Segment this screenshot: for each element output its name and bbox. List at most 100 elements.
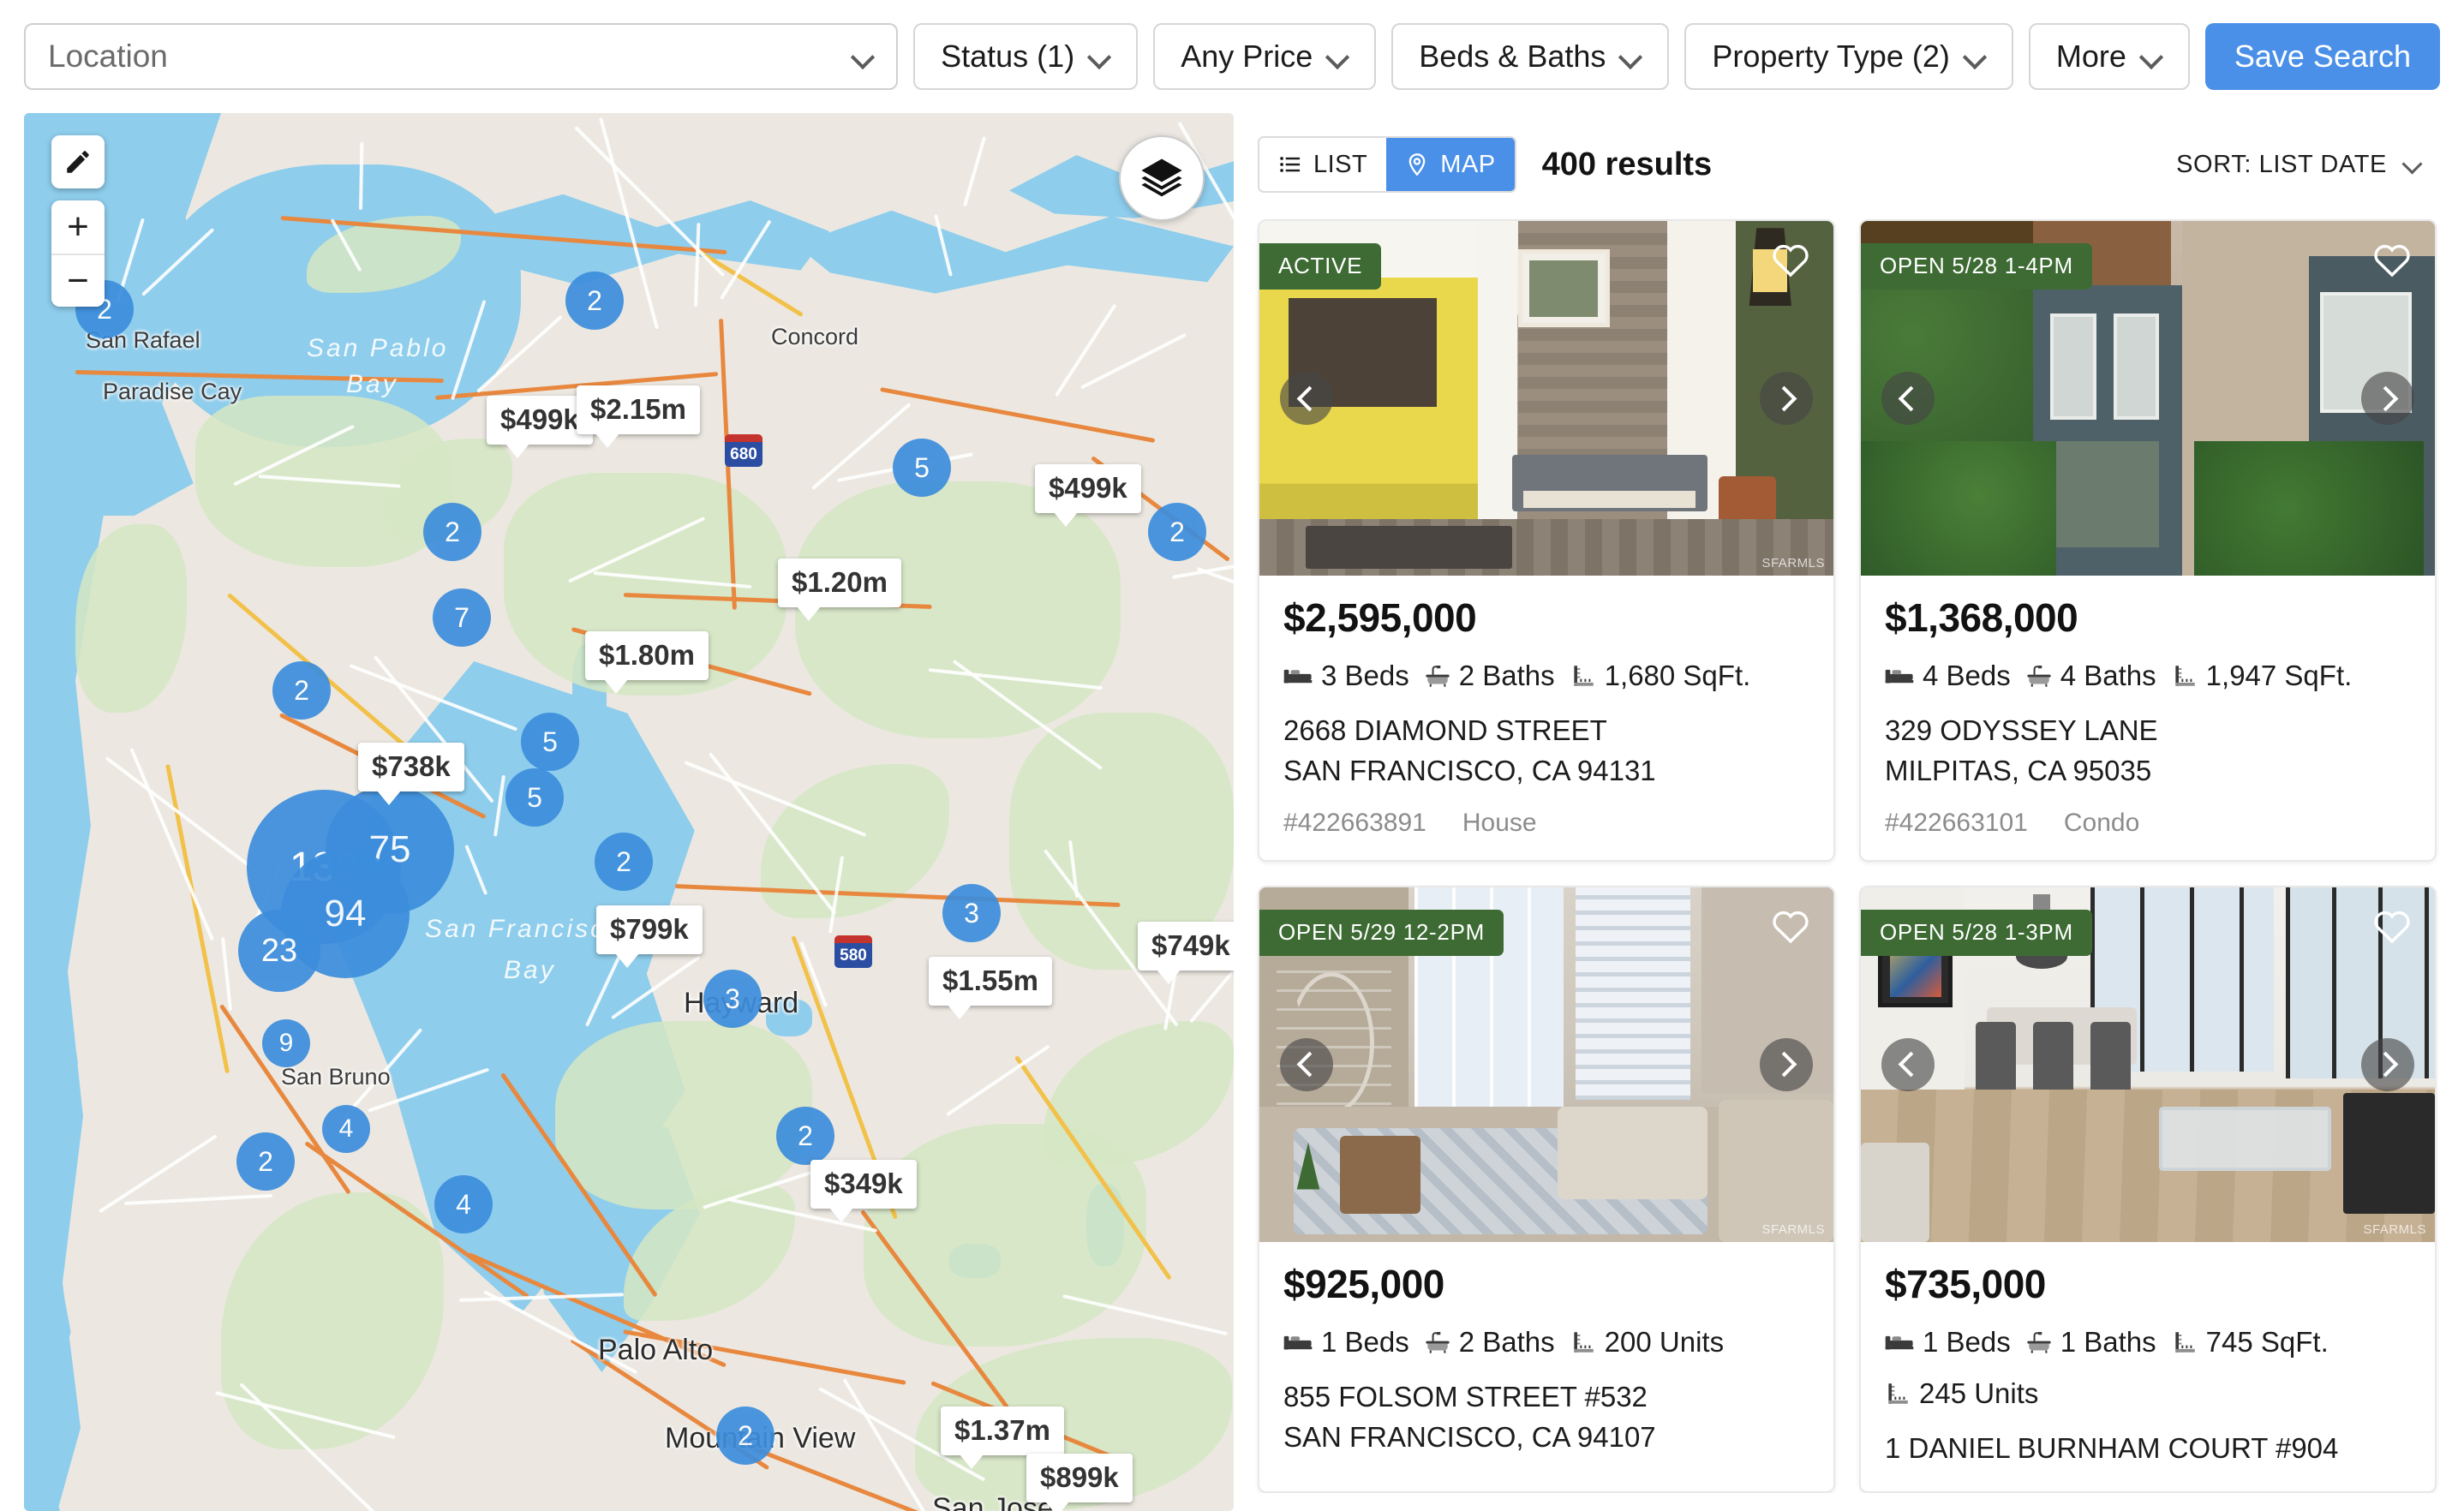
photo-prev-button[interactable] (1881, 1037, 1935, 1091)
map-cluster-marker[interactable]: 7 (433, 588, 491, 647)
favorite-heart-icon[interactable] (1770, 240, 1811, 282)
bed-icon (1283, 669, 1313, 684)
listing-size-label: 1,947 SqFt. (2205, 660, 2353, 691)
map-cluster-marker[interactable]: 2 (1148, 503, 1206, 561)
listing-address-line1: 1 DANIEL BURNHAM COURT #904 (1885, 1431, 2339, 1464)
map-price-marker[interactable]: $2.15m (577, 385, 700, 448)
photo-next-button[interactable] (1760, 372, 1813, 425)
map-price-marker[interactable]: $1.55m (929, 957, 1052, 1019)
map-canvas[interactable]: San RafaelParadise CayConcordSan BrunoHa… (24, 113, 1234, 1511)
photo-next-button[interactable] (1760, 1037, 1813, 1091)
map-panel[interactable]: San RafaelParadise CayConcordSan BrunoHa… (24, 113, 1234, 1511)
listing-status-badge: ACTIVE (1259, 243, 1382, 290)
tab-list-view[interactable]: LIST (1259, 138, 1387, 191)
map-cluster-marker[interactable]: 3 (703, 970, 762, 1028)
map-price-marker[interactable]: $349k (810, 1160, 917, 1222)
listing-address: 855 FOLSOM STREET #532 SAN FRANCISCO, CA … (1283, 1377, 1809, 1458)
favorite-heart-icon[interactable] (1770, 906, 1811, 948)
map-cluster-marker[interactable]: 4 (434, 1175, 493, 1233)
map-cluster-marker[interactable]: 3 (942, 884, 1001, 942)
listing-card[interactable]: OPEN 5/29 12-2PM SFARMLS $925,000 1 Beds … (1258, 885, 1835, 1493)
chevron-down-icon (852, 45, 874, 68)
map-cluster-marker[interactable]: 5 (521, 713, 579, 771)
map-city-label: Concord (771, 324, 859, 349)
filter-more-button[interactable]: More (2028, 23, 2190, 90)
map-cluster-marker[interactable]: 5 (893, 439, 951, 497)
listing-address: 1 DANIEL BURNHAM COURT #904 (1885, 1429, 2411, 1469)
map-cluster-marker[interactable]: 2 (423, 503, 481, 561)
favorite-heart-icon[interactable] (2371, 240, 2413, 282)
map-cluster-marker[interactable]: 5 (505, 768, 564, 827)
bath-icon (2027, 1331, 2051, 1353)
zoom-out-button[interactable]: − (51, 254, 105, 307)
map-price-marker[interactable]: $499k (1035, 464, 1141, 527)
draw-pencil-button[interactable] (51, 135, 105, 188)
map-price-marker[interactable]: $1.80m (585, 631, 709, 694)
map-price-marker[interactable]: $738k (358, 743, 464, 805)
listing-beds: 3 Beds (1283, 660, 1409, 692)
location-search-field[interactable] (24, 23, 899, 90)
draw-tool-box (51, 135, 105, 188)
zoom-in-button[interactable]: + (51, 200, 105, 254)
map-cluster-marker[interactable]: 2 (776, 1107, 834, 1165)
map-layers-button[interactable] (1119, 135, 1205, 221)
listing-address: 2668 DIAMOND STREET SAN FRANCISCO, CA 941… (1283, 711, 1809, 791)
listing-property-type: House (1462, 808, 1537, 837)
listing-address: 329 ODYSSEY LANE MILPITAS, CA 95035 (1885, 711, 2411, 791)
favorite-heart-icon[interactable] (2371, 906, 2413, 948)
filter-bar: Status (1) Any Price Beds & Baths Proper… (0, 0, 2464, 113)
photo-prev-button[interactable] (1280, 372, 1333, 425)
listing-specs: 1 Beds 1 Baths 745 SqFt. (1885, 1326, 2411, 1359)
map-water-label: San Francisco (425, 915, 623, 943)
photo-next-button[interactable] (2361, 372, 2414, 425)
listing-beds-label: 1 Beds (1321, 1325, 1409, 1358)
save-search-button[interactable]: Save Search (2204, 23, 2440, 90)
map-price-marker[interactable]: $799k (596, 905, 703, 968)
filter-price-button[interactable]: Any Price (1153, 23, 1377, 90)
map-cluster-marker[interactable]: 2 (272, 661, 331, 720)
filter-property-type-button[interactable]: Property Type (2) (1684, 23, 2013, 90)
map-cluster-marker[interactable]: 2 (236, 1132, 295, 1191)
map-cluster-marker[interactable]: 4 (322, 1105, 370, 1153)
main-content: San RafaelParadise CayConcordSan BrunoHa… (0, 113, 2464, 1511)
photo-prev-button[interactable] (1881, 372, 1935, 425)
listing-photo[interactable]: OPEN 5/29 12-2PM SFARMLS (1259, 887, 1833, 1242)
photo-watermark: SFARMLS (1761, 556, 1825, 570)
map-price-marker[interactable]: $1.37m (941, 1406, 1064, 1469)
listing-card[interactable]: OPEN 5/28 1-3PM SFARMLS $735,000 1 Beds 1… (1859, 885, 2437, 1493)
listing-card[interactable]: ACTIVE SFARMLS $2,595,000 3 Beds 2 Baths (1258, 219, 1835, 862)
map-cluster-marker[interactable]: 23 (238, 910, 320, 992)
listing-extra-specs: 245 Units (1885, 1377, 2411, 1410)
listing-status-badge: OPEN 5/29 12-2PM (1259, 909, 1504, 956)
photo-watermark: SFARMLS (1761, 1221, 1825, 1237)
pencil-icon (67, 151, 89, 173)
listing-meta: #422663101 Condo (1885, 809, 2411, 838)
location-input[interactable] (48, 39, 852, 75)
listing-baths-label: 2 Baths (1458, 1325, 1555, 1358)
listing-photo[interactable]: OPEN 5/28 1-4PM (1861, 221, 2435, 576)
tab-map-view[interactable]: MAP (1386, 138, 1515, 191)
filter-status-button[interactable]: Status (1) (913, 23, 1139, 90)
map-cluster-marker[interactable]: 2 (716, 1406, 774, 1465)
bed-icon (1283, 1335, 1313, 1350)
map-price-marker[interactable]: $1.20m (778, 558, 901, 621)
filter-beds-baths-button[interactable]: Beds & Baths (1391, 23, 1670, 90)
listing-beds: 1 Beds (1885, 1326, 2011, 1359)
sort-dropdown[interactable]: SORT: LIST DATE (2176, 151, 2433, 179)
listing-specs: 1 Beds 2 Baths 200 Units (1283, 1326, 1809, 1359)
map-cluster-marker[interactable]: 9 (262, 1019, 310, 1067)
map-water-label: Bay (504, 956, 556, 984)
listing-property-type: Condo (2063, 808, 2140, 837)
listing-photo[interactable]: ACTIVE SFARMLS (1259, 221, 1833, 576)
map-price-marker[interactable]: $749k (1138, 922, 1234, 984)
listing-card[interactable]: OPEN 5/28 1-4PM $1,368,000 4 Beds 4 Bath… (1859, 219, 2437, 862)
listing-photo[interactable]: OPEN 5/28 1-3PM SFARMLS (1861, 887, 2435, 1242)
tab-list-label: LIST (1313, 150, 1368, 178)
photo-prev-button[interactable] (1280, 1037, 1333, 1091)
chevron-down-icon (1326, 45, 1349, 68)
map-cluster-marker[interactable]: 2 (595, 833, 653, 891)
map-highway-shield: 580 (834, 935, 872, 968)
map-cluster-marker[interactable]: 2 (565, 272, 624, 330)
map-price-marker[interactable]: $899k (1026, 1454, 1133, 1511)
photo-next-button[interactable] (2361, 1037, 2414, 1091)
